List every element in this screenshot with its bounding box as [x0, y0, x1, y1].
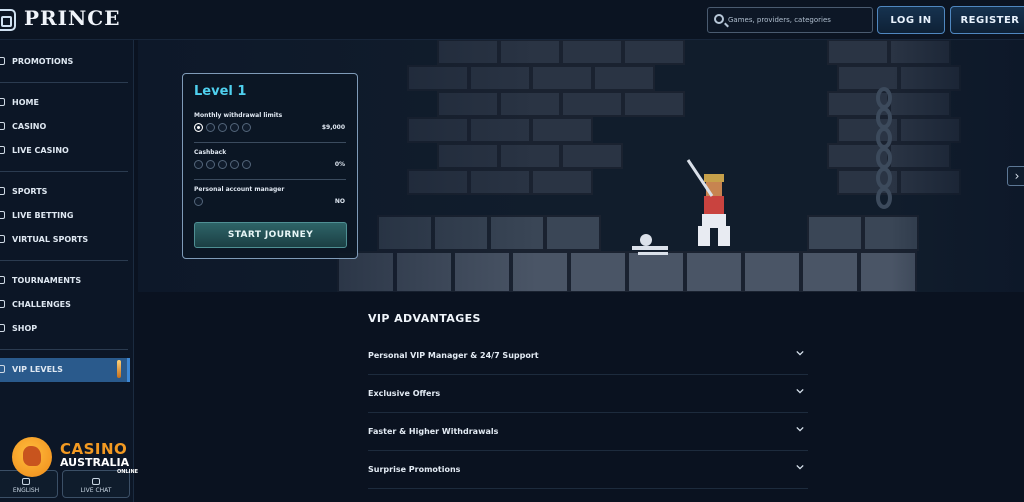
- chevron-down-icon[interactable]: [796, 387, 804, 395]
- progress-dot: [242, 123, 251, 132]
- chevron-down-icon[interactable]: [796, 425, 804, 433]
- progress-dot: [206, 160, 215, 169]
- sidebar-item-promotions[interactable]: PROMOTIONS: [0, 50, 130, 74]
- start-journey-button[interactable]: START JOURNEY: [194, 222, 347, 248]
- advantage-accordion-item[interactable]: Exclusive Offers: [368, 375, 808, 413]
- cards-icon: [0, 122, 5, 130]
- advantage-accordion-item[interactable]: Surprise Promotions: [368, 451, 808, 489]
- crown-icon: [0, 365, 5, 373]
- casino-australia-logo: [12, 437, 52, 477]
- chip-icon: [0, 146, 5, 154]
- chevron-right-icon: ›: [1014, 169, 1020, 183]
- sidebar-item-virtual-sports[interactable]: VIRTUAL SPORTS: [0, 228, 130, 252]
- swords-icon: [0, 300, 5, 308]
- login-button[interactable]: LOG IN: [877, 6, 945, 34]
- live-icon: [0, 211, 5, 219]
- ball-icon: [0, 187, 5, 195]
- advantage-title: Surprise Promotions: [368, 465, 461, 474]
- chevron-down-icon[interactable]: [796, 349, 804, 357]
- chat-icon: [92, 478, 100, 485]
- sidebar-item-label: VIP LEVELS: [12, 365, 63, 374]
- sidebar-item-label: PROMOTIONS: [12, 57, 74, 66]
- sidebar-item-label: SPORTS: [12, 187, 48, 196]
- monthly-withdrawal-progress: [194, 123, 251, 132]
- divider: [0, 82, 128, 83]
- monthly-withdrawal-label: Monthly withdrawal limits: [194, 112, 283, 119]
- section-title: VIP ADVANTAGES: [368, 312, 481, 325]
- live-chat-label: LIVE CHAT: [80, 487, 112, 494]
- sidebar-item-label: CASINO: [12, 122, 47, 131]
- progress-dot: [194, 160, 203, 169]
- sidebar-item-label: TOURNAMENTS: [12, 276, 82, 285]
- watermark-online: ONLINE: [117, 469, 139, 475]
- progress-dot: [218, 123, 227, 132]
- divider: [0, 171, 128, 172]
- divider: [0, 349, 128, 350]
- torch-icon: [117, 360, 121, 378]
- sidebar-item-label: SHOP: [12, 324, 38, 333]
- sidebar-item-tournaments[interactable]: TOURNAMENTS: [0, 269, 130, 293]
- advantage-accordion-item[interactable]: Personal VIP Manager & 24/7 Support: [368, 337, 808, 375]
- row-divider: [194, 142, 346, 143]
- sidebar-item-label: VIRTUAL SPORTS: [12, 235, 89, 244]
- sidebar-item-casino[interactable]: CASINO: [0, 115, 130, 139]
- cashback-value: 0%: [334, 161, 345, 168]
- account-manager-label: Personal account manager: [194, 186, 285, 193]
- advantage-accordion-item[interactable]: Faster & Higher Withdrawals: [368, 413, 808, 451]
- account-manager-value: NO: [334, 198, 345, 205]
- gamepad-icon: [0, 235, 5, 243]
- progress-dot: [194, 123, 203, 132]
- bag-icon: [0, 324, 5, 332]
- sidebar-item-vip-levels[interactable]: VIP LEVELS: [0, 358, 130, 382]
- cashback-label: Cashback: [194, 149, 227, 156]
- vip-advantages-section: VIP ADVANTAGES Personal VIP Manager & 24…: [368, 312, 808, 489]
- top-header: PRINCE LOG IN REGISTER: [0, 0, 1024, 40]
- monthly-withdrawal-value: $9,000: [321, 124, 345, 131]
- advantage-title: Exclusive Offers: [368, 389, 441, 398]
- progress-dot: [242, 160, 251, 169]
- progress-dot: [218, 160, 227, 169]
- level-title: Level 1: [194, 84, 247, 99]
- sidebar: PROMOTIONS HOME CASINO LIVE CASINO SPORT…: [0, 40, 134, 502]
- divider: [0, 260, 128, 261]
- search-input[interactable]: [728, 8, 868, 32]
- language-label: ENGLISH: [12, 487, 40, 494]
- advantage-title: Personal VIP Manager & 24/7 Support: [368, 351, 539, 360]
- sidebar-item-sports[interactable]: SPORTS: [0, 180, 130, 204]
- sidebar-item-label: HOME: [12, 98, 39, 107]
- sidebar-item-label: LIVE BETTING: [12, 211, 74, 220]
- gift-icon: [0, 57, 5, 65]
- account-manager-progress: [194, 197, 203, 206]
- globe-icon: [22, 478, 30, 485]
- sidebar-item-home[interactable]: HOME: [0, 91, 130, 115]
- sidebar-item-shop[interactable]: SHOP: [0, 317, 130, 341]
- progress-dot: [206, 123, 215, 132]
- search-icon: [714, 14, 724, 24]
- sidebar-item-label: CHALLENGES: [12, 300, 71, 309]
- watermark-subtitle: AUSTRALIA: [60, 456, 130, 469]
- home-icon: [0, 98, 5, 106]
- sidebar-item-label: LIVE CASINO: [12, 146, 69, 155]
- advantages-list: Personal VIP Manager & 24/7 Support Exclu…: [368, 337, 808, 489]
- search-box[interactable]: [707, 7, 873, 33]
- progress-dot: [230, 160, 239, 169]
- sidebar-item-live-casino[interactable]: LIVE CASINO: [0, 139, 130, 163]
- cashback-progress: [194, 160, 251, 169]
- progress-dot: [230, 123, 239, 132]
- progress-dot: [194, 197, 203, 206]
- advantage-title: Faster & Higher Withdrawals: [368, 427, 499, 436]
- vip-level-card: Level 1 Monthly withdrawal limits $9,000…: [182, 73, 358, 259]
- sidebar-item-live-betting[interactable]: LIVE BETTING: [0, 204, 130, 228]
- row-divider: [194, 179, 346, 180]
- carousel-next-button[interactable]: ›: [1007, 166, 1024, 186]
- chevron-down-icon[interactable]: [796, 463, 804, 471]
- menu-toggle-icon[interactable]: [0, 9, 16, 31]
- sidebar-item-challenges[interactable]: CHALLENGES: [0, 293, 130, 317]
- trophy-icon: [0, 276, 5, 284]
- register-button[interactable]: REGISTER: [950, 6, 1024, 34]
- prince-logo[interactable]: PRINCE: [24, 6, 120, 30]
